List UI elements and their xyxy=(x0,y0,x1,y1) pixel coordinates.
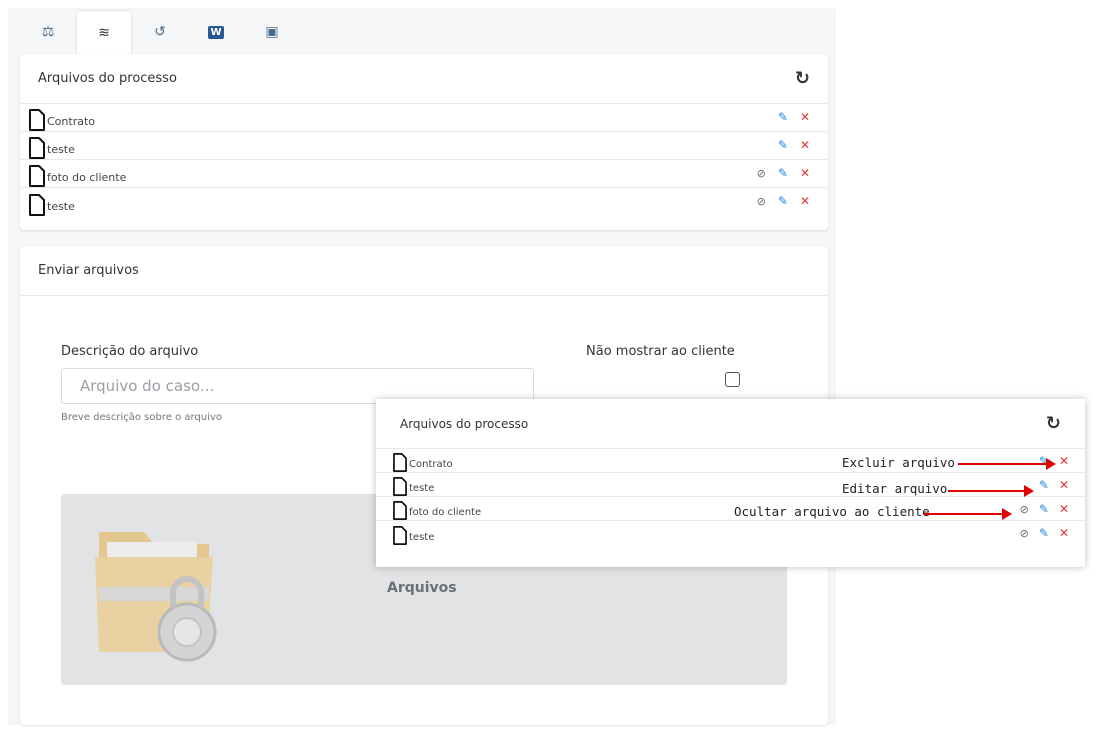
delete-icon[interactable]: ✕ xyxy=(1059,478,1069,492)
file-icon xyxy=(29,165,45,187)
file-row: teste ⊘ ✎ ✕ xyxy=(376,521,1085,545)
file-icon xyxy=(29,194,45,216)
edit-icon[interactable]: ✎ xyxy=(1039,478,1049,492)
refresh-icon[interactable]: ↻ xyxy=(1046,413,1061,434)
file-icon xyxy=(393,477,407,496)
tab-layers[interactable]: ≋ xyxy=(76,10,132,54)
files-popup: Arquivos do processo ↻ Contrato ✎ ✕ test… xyxy=(376,399,1085,567)
file-row: teste ✎ ✕ xyxy=(20,132,828,160)
file-row: foto do cliente ⊘ ✎ ✕ xyxy=(20,160,828,188)
file-row: Contrato ✎ ✕ xyxy=(20,104,828,132)
file-icon xyxy=(29,137,45,159)
file-name[interactable]: Contrato xyxy=(47,115,95,131)
eye-slash-icon[interactable]: ⊘ xyxy=(757,167,766,180)
files-card: Arquivos do processo ↻ Contrato ✎ ✕ test… xyxy=(20,54,828,230)
delete-icon[interactable]: ✕ xyxy=(1059,502,1069,516)
file-name[interactable]: teste xyxy=(409,532,434,545)
tab-bar: ⚖ ≋ ↺ W ▣ xyxy=(20,10,300,54)
delete-icon[interactable]: ✕ xyxy=(800,138,810,152)
delete-icon[interactable]: ✕ xyxy=(800,110,810,124)
annotation-arrow-delete xyxy=(958,458,1056,470)
delete-icon[interactable]: ✕ xyxy=(1059,526,1069,540)
file-name[interactable]: foto do cliente xyxy=(47,171,126,187)
annotation-arrow-hide xyxy=(924,508,1012,520)
edit-icon[interactable]: ✎ xyxy=(778,194,788,208)
file-actions: ⊘ ✎ ✕ xyxy=(1020,526,1069,540)
file-actions: ✎ ✕ xyxy=(778,110,810,124)
file-row: foto do cliente ⊘ ✎ ✕ xyxy=(376,497,1085,521)
files-card-header: Arquivos do processo ↻ xyxy=(20,54,828,104)
file-actions: ⊘ ✎ ✕ xyxy=(757,194,810,208)
file-icon xyxy=(29,109,45,131)
main-panel: ⚖ ≋ ↺ W ▣ Arquivos do processo ↻ Contrat… xyxy=(8,8,836,725)
delete-icon[interactable]: ✕ xyxy=(1059,454,1069,468)
file-actions: ⊘ ✎ ✕ xyxy=(757,166,810,180)
eye-slash-icon[interactable]: ⊘ xyxy=(757,195,766,208)
hide-from-client-checkbox[interactable] xyxy=(725,372,740,387)
file-actions: ✎ ✕ xyxy=(1039,478,1069,492)
file-name[interactable]: teste xyxy=(409,483,434,496)
upload-card-header: Enviar arquivos xyxy=(20,246,828,296)
file-name[interactable]: Contrato xyxy=(409,459,453,472)
annotation-delete: Excluir arquivo xyxy=(842,455,955,470)
eye-slash-icon[interactable]: ⊘ xyxy=(1020,527,1029,540)
popup-header: Arquivos do processo ↻ xyxy=(376,399,1085,449)
edit-icon[interactable]: ✎ xyxy=(778,138,788,152)
file-row: teste ✎ ✕ xyxy=(376,473,1085,497)
balance-scale-icon: ⚖ xyxy=(41,24,55,40)
file-actions: ⊘ ✎ ✕ xyxy=(1020,502,1069,516)
delete-icon[interactable]: ✕ xyxy=(800,194,810,208)
layers-icon: ≋ xyxy=(98,24,110,41)
word-file-icon: W xyxy=(208,25,224,39)
file-actions: ✎ ✕ xyxy=(778,138,810,152)
file-name[interactable]: teste xyxy=(47,143,75,159)
popup-title: Arquivos do processo xyxy=(400,416,529,431)
hide-from-client-label: Não mostrar ao cliente xyxy=(586,344,735,359)
description-label: Descrição do arquivo xyxy=(61,344,199,359)
edit-icon[interactable]: ✎ xyxy=(1039,526,1049,540)
upload-card-title: Enviar arquivos xyxy=(38,263,139,278)
locked-folder-icon xyxy=(95,532,217,662)
refresh-icon[interactable]: ↻ xyxy=(795,68,810,89)
file-icon xyxy=(393,453,407,472)
edit-icon[interactable]: ✎ xyxy=(778,166,788,180)
screenshot-stage: ⚖ ≋ ↺ W ▣ Arquivos do processo ↻ Contrat… xyxy=(0,0,1096,733)
file-icon xyxy=(393,526,407,545)
description-help: Breve descrição sobre o arquivo xyxy=(61,412,222,423)
tab-balance-scale[interactable]: ⚖ xyxy=(20,10,76,54)
file-name[interactable]: foto do cliente xyxy=(409,507,481,520)
tab-book[interactable]: ▣ xyxy=(244,10,300,54)
tab-word-file[interactable]: W xyxy=(188,10,244,54)
files-card-title: Arquivos do processo xyxy=(38,71,177,86)
file-row: teste ⊘ ✎ ✕ xyxy=(20,188,828,216)
annotation-hide: Ocultar arquivo ao cliente xyxy=(734,504,930,519)
delete-icon[interactable]: ✕ xyxy=(800,166,810,180)
history-icon: ↺ xyxy=(154,24,166,40)
file-icon xyxy=(393,501,407,520)
file-name[interactable]: teste xyxy=(47,200,75,216)
tab-history[interactable]: ↺ xyxy=(132,10,188,54)
annotation-edit: Editar arquivo xyxy=(842,481,948,496)
edit-icon[interactable]: ✎ xyxy=(778,110,788,124)
book-icon: ▣ xyxy=(265,24,279,40)
edit-icon[interactable]: ✎ xyxy=(1039,502,1049,516)
files-list: Contrato ✎ ✕ teste ✎ ✕ foto do cliente ⊘… xyxy=(20,104,828,216)
description-placeholder: Arquivo do caso... xyxy=(80,377,215,395)
file-row: Contrato ✎ ✕ xyxy=(376,449,1085,473)
eye-slash-icon[interactable]: ⊘ xyxy=(1020,503,1029,516)
annotation-arrow-edit xyxy=(948,485,1034,497)
dropzone-label: Arquivos xyxy=(387,580,457,596)
